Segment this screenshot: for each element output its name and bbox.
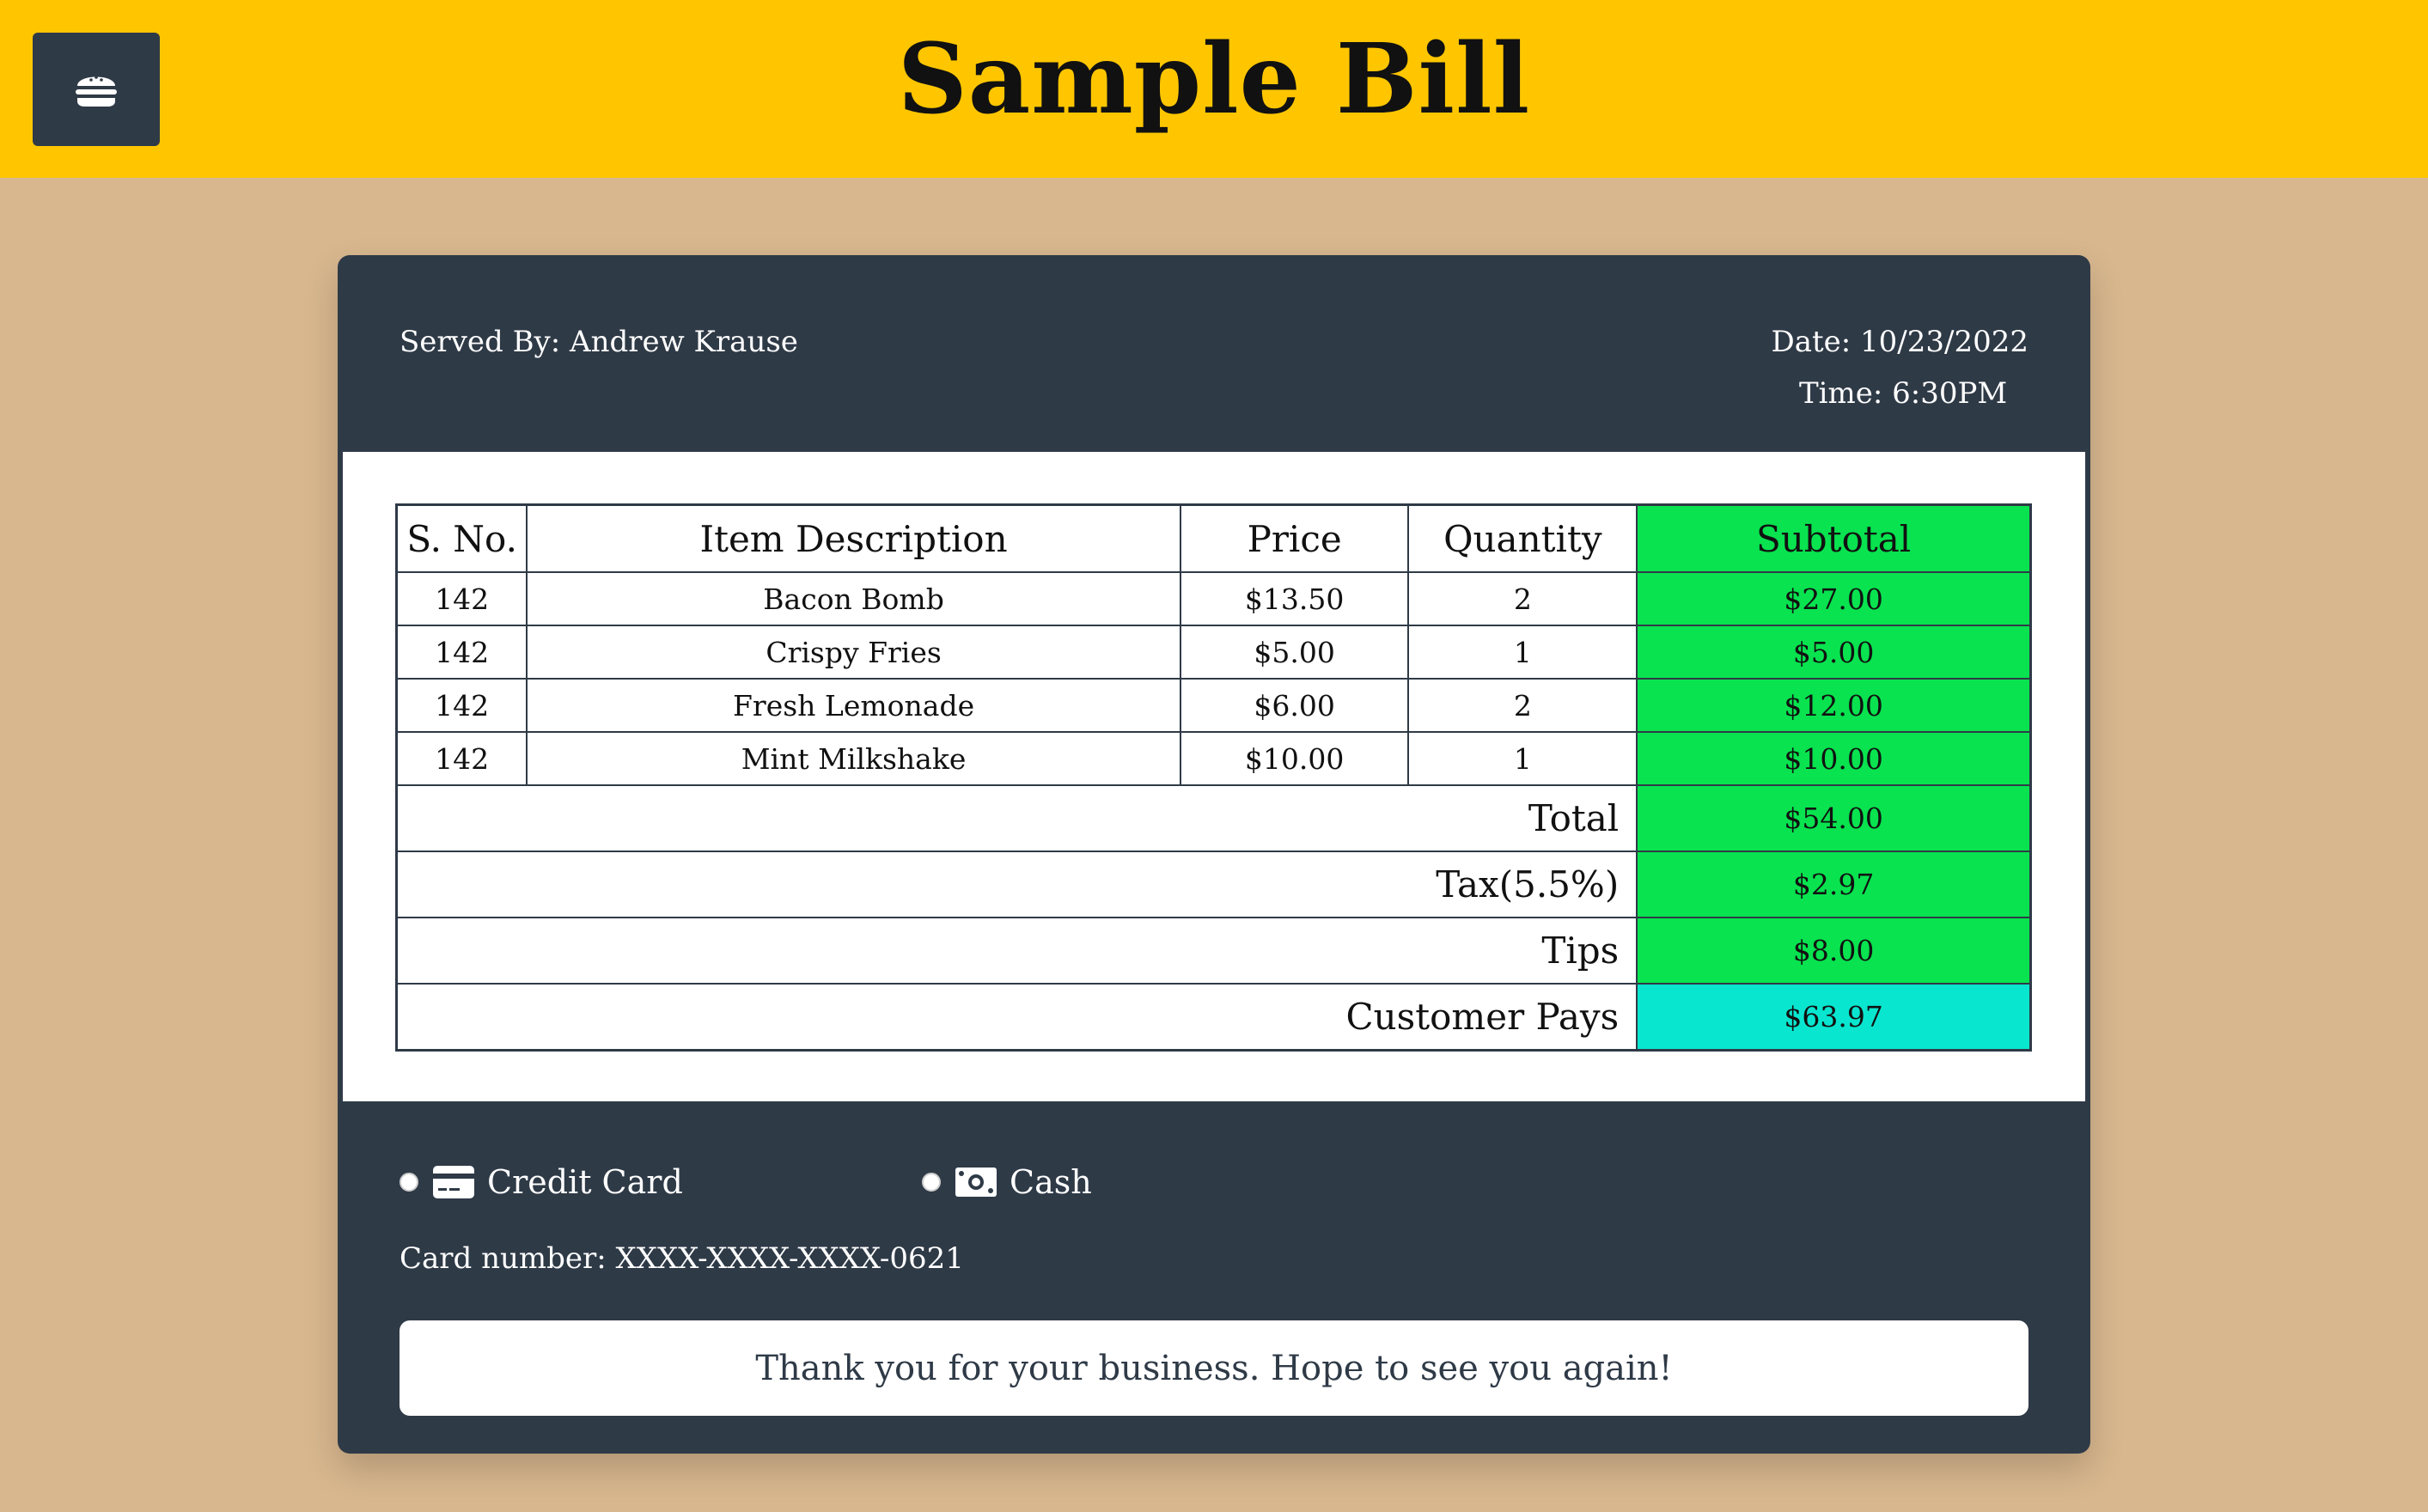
col-header-description: Item Description — [526, 503, 1181, 573]
cell-price: $6.00 — [1179, 678, 1410, 733]
col-header-sno: S. No. — [395, 503, 528, 573]
cell-description: Bacon Bomb — [526, 571, 1181, 626]
cash-icon — [955, 1168, 997, 1197]
tips-label: Tips — [395, 917, 1638, 985]
cell-sno: 142 — [395, 678, 528, 733]
total-label: Total — [395, 784, 1638, 852]
summary-row-total: Total $54.00 — [395, 784, 2032, 852]
summary-row-tips: Tips $8.00 — [395, 917, 2032, 985]
cell-description: Mint Milkshake — [526, 731, 1181, 786]
page-title: Sample Bill — [897, 23, 1531, 136]
cell-description: Crispy Fries — [526, 625, 1181, 680]
cell-price: $13.50 — [1179, 571, 1410, 626]
payment-option-cash[interactable]: Cash — [922, 1163, 1092, 1201]
table-header-row: S. No. Item Description Price Quantity S… — [395, 503, 2032, 573]
cell-subtotal: $12.00 — [1636, 678, 2032, 733]
table-row: 142 Mint Milkshake $10.00 1 $10.00 — [395, 731, 2032, 786]
col-header-quantity: Quantity — [1407, 503, 1638, 573]
bill-table: S. No. Item Description Price Quantity S… — [395, 503, 2032, 1052]
tax-value: $2.97 — [1636, 850, 2032, 918]
bill-card: Served By: Andrew Krause Date: 10/23/202… — [338, 255, 2090, 1454]
cell-price: $10.00 — [1179, 731, 1410, 786]
thank-you-message: Thank you for your business. Hope to see… — [400, 1320, 2028, 1416]
header-bar: Sample Bill — [0, 0, 2428, 178]
cash-radio[interactable] — [922, 1173, 941, 1192]
card-number: Card number: XXXX-XXXX-XXXX-0621 — [400, 1241, 964, 1276]
cell-subtotal: $27.00 — [1636, 571, 2032, 626]
cell-quantity: 1 — [1407, 731, 1638, 786]
summary-row-tax: Tax(5.5%) $2.97 — [395, 850, 2032, 918]
col-header-price: Price — [1179, 503, 1410, 573]
tax-label: Tax(5.5%) — [395, 850, 1638, 918]
cell-subtotal: $5.00 — [1636, 625, 2032, 680]
payment-option-credit-card[interactable]: Credit Card — [400, 1163, 683, 1201]
table-row: 142 Bacon Bomb $13.50 2 $27.00 — [395, 571, 2032, 626]
cash-label: Cash — [1010, 1163, 1092, 1201]
cell-price: $5.00 — [1179, 625, 1410, 680]
total-value: $54.00 — [1636, 784, 2032, 852]
cell-quantity: 2 — [1407, 571, 1638, 626]
bill-date: Date: 10/23/2022 — [1771, 325, 2028, 359]
tips-value: $8.00 — [1636, 917, 2032, 985]
cell-sno: 142 — [395, 731, 528, 786]
table-row: 142 Crispy Fries $5.00 1 $5.00 — [395, 625, 2032, 680]
cell-quantity: 2 — [1407, 678, 1638, 733]
cell-sno: 142 — [395, 625, 528, 680]
bill-time: Time: 6:30PM — [1799, 376, 2008, 411]
table-row: 142 Fresh Lemonade $6.00 2 $12.00 — [395, 678, 2032, 733]
col-header-subtotal: Subtotal — [1636, 503, 2032, 573]
credit-card-label: Credit Card — [487, 1163, 683, 1201]
summary-row-customer-pays: Customer Pays $63.97 — [395, 983, 2032, 1052]
customer-pays-value: $63.97 — [1636, 983, 2032, 1052]
cell-description: Fresh Lemonade — [526, 678, 1181, 733]
credit-card-icon — [433, 1166, 474, 1198]
cell-subtotal: $10.00 — [1636, 731, 2032, 786]
cell-sno: 142 — [395, 571, 528, 626]
customer-pays-label: Customer Pays — [395, 983, 1638, 1052]
credit-card-radio[interactable] — [400, 1173, 418, 1192]
cell-quantity: 1 — [1407, 625, 1638, 680]
served-by: Served By: Andrew Krause — [400, 325, 798, 359]
bill-table-panel: S. No. Item Description Price Quantity S… — [343, 452, 2085, 1101]
